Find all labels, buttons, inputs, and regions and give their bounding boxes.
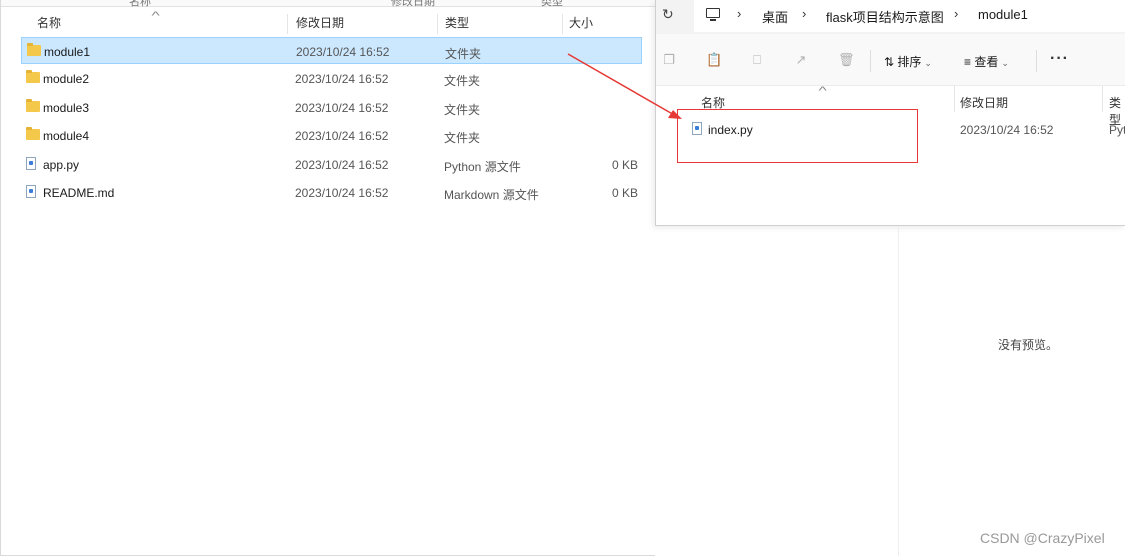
no-preview-text: 没有预览。 bbox=[998, 338, 1059, 352]
watermark: CSDN @CrazyPixel bbox=[980, 530, 1105, 546]
preview-pane bbox=[898, 226, 1125, 556]
